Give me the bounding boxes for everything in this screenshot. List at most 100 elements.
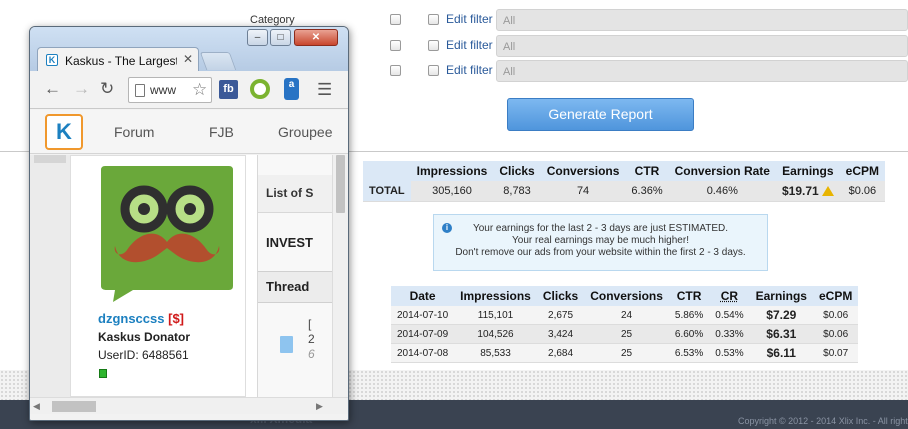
estimate-notice: i Your earnings for the last 2 - 3 days … — [433, 214, 768, 271]
filter-checkbox[interactable] — [390, 14, 401, 25]
copyright-text: Copyright © 2012 - 2014 Xlix Inc. - All … — [738, 416, 908, 426]
left-strip — [30, 155, 70, 397]
avatar[interactable] — [99, 162, 235, 302]
title-bar[interactable]: – □ ✕ K Kaskus - The Largest ✕ — [30, 27, 348, 72]
earnings-value: $19.71 — [781, 184, 819, 198]
browser-toolbar: ← → ↻ www ☆ fb a ☰ — [30, 71, 348, 109]
filter-input[interactable]: All — [496, 60, 908, 82]
filter-checkbox[interactable] — [390, 40, 401, 51]
nav-item-groupee[interactable]: Groupee — [278, 124, 332, 140]
scrollbar-thumb[interactable] — [52, 401, 96, 412]
user-id: UserID: 6488561 — [98, 348, 189, 362]
forward-arrow-icon[interactable]: → — [73, 80, 90, 98]
totals-spacer — [363, 161, 411, 181]
filter-checkbox[interactable] — [390, 65, 401, 76]
username[interactable]: dzgnsccss [$] — [98, 311, 184, 326]
scrollbar-thumb[interactable] — [336, 155, 345, 213]
snippet-line: [ — [308, 317, 312, 331]
totals-row: TOTAL 305,160 8,783 74 6.36% 0.46% $19.7… — [363, 181, 886, 202]
scroll-right-icon[interactable]: ▶ — [316, 401, 323, 412]
table-cell: 25 — [584, 343, 669, 363]
column-header[interactable]: Conversions — [584, 286, 669, 306]
horizontal-scrollbar[interactable]: ◀ ▶ — [30, 397, 348, 414]
page-content: dzgnsccss [$] Kaskus Donator UserID: 648… — [30, 155, 332, 397]
filter-input[interactable]: All — [496, 9, 908, 31]
category-label: Category — [250, 14, 295, 26]
facebook-extension-icon[interactable]: fb — [219, 80, 238, 99]
daily-table: Date Impressions Clicks Conversions CTR … — [391, 286, 859, 363]
filter-input[interactable]: All — [496, 35, 908, 57]
strip-tab — [34, 155, 66, 163]
kaskus-navbar: K Forum FJB Groupee — [30, 110, 348, 154]
column-header[interactable]: CTR — [669, 286, 709, 306]
user-rank: Kaskus Donator — [98, 330, 191, 344]
totals-label: TOTAL — [363, 181, 411, 202]
table-cell: $0.07 — [812, 343, 859, 363]
nav-item-fjb[interactable]: FJB — [209, 124, 234, 140]
table-cell: 2,675 — [536, 306, 585, 325]
table-row: 2014-07-10 115,101 2,675 24 5.86% 0.54% … — [391, 306, 859, 325]
blue-extension-icon[interactable]: a — [284, 78, 299, 100]
warning-icon — [821, 186, 834, 196]
table-cell: 104,526 — [454, 324, 537, 344]
table-cell: 0.53% — [709, 343, 750, 363]
table-cell: $0.06 — [839, 181, 886, 202]
thread-header: Thread — [258, 271, 332, 303]
list-of-tab[interactable]: List of S — [258, 175, 332, 213]
table-cell: 5.86% — [668, 306, 710, 325]
close-button[interactable]: ✕ — [294, 29, 338, 46]
notice-line: Your earnings for the last 2 - 3 days ar… — [472, 223, 729, 234]
menu-icon[interactable]: ☰ — [317, 80, 332, 100]
table-cell: $0.06 — [812, 324, 859, 344]
column-header: Conversions — [546, 164, 620, 178]
table-cell: 74 — [540, 181, 626, 202]
notice-line: Don't remove our ads from your website w… — [455, 247, 746, 258]
column-header: Clicks — [499, 164, 535, 178]
table-row: 2014-07-09 104,526 3,424 25 6.60% 0.33% … — [391, 324, 859, 344]
table-row: 2014-07-08 85,533 2,684 25 6.53% 0.53% $… — [391, 343, 859, 363]
column-header[interactable]: CR — [709, 286, 749, 306]
new-tab-button[interactable] — [199, 52, 237, 70]
document-icon — [280, 336, 293, 353]
filter-checkbox[interactable] — [428, 65, 439, 76]
back-arrow-icon[interactable]: ← — [44, 80, 61, 98]
table-cell: 305,160 — [410, 181, 494, 202]
column-header[interactable]: Impressions — [454, 286, 537, 306]
column-header[interactable]: Earnings — [750, 286, 813, 306]
kaskus-favicon-icon: K — [46, 54, 58, 66]
filter-checkbox[interactable] — [428, 40, 439, 51]
filter-checkbox[interactable] — [428, 14, 439, 25]
reload-icon[interactable]: ↻ — [100, 80, 114, 98]
filter-row: Edit filter All — [388, 60, 908, 82]
table-cell: 6.60% — [668, 324, 710, 344]
column-header: Earnings — [782, 164, 834, 178]
edit-filter-link[interactable]: Edit filter — [446, 63, 493, 77]
table-cell: 8,783 — [493, 181, 541, 202]
edit-filter-link[interactable]: Edit filter — [446, 38, 493, 52]
close-tab-icon[interactable]: ✕ — [183, 52, 193, 66]
earnings-cell: $7.29 — [749, 306, 813, 325]
address-bar[interactable]: www ☆ — [128, 77, 212, 103]
column-header[interactable]: eCPM — [813, 286, 858, 306]
scroll-left-icon[interactable]: ◀ — [33, 401, 40, 412]
bookmark-star-icon[interactable]: ☆ — [192, 80, 207, 100]
nav-item-forum[interactable]: Forum — [114, 124, 154, 140]
column-header[interactable]: Date — [391, 286, 454, 306]
column-header[interactable]: Clicks — [537, 286, 584, 306]
username-text: dzgnsccss — [98, 311, 165, 326]
earnings-cell: $6.31 — [749, 324, 813, 344]
info-icon: i — [442, 223, 452, 233]
edit-filter-link[interactable]: Edit filter — [446, 12, 493, 26]
thread-snippet[interactable]: [ 2 6 — [308, 317, 315, 362]
snippet-line: 6 — [308, 347, 315, 361]
browser-tab[interactable]: K Kaskus - The Largest ✕ — [37, 47, 199, 72]
table-cell: 2014-07-09 — [391, 324, 455, 344]
minimize-button[interactable]: – — [247, 29, 268, 46]
table-cell: 0.46% — [668, 181, 776, 202]
vertical-scrollbar[interactable] — [332, 155, 348, 397]
maximize-button[interactable]: □ — [270, 29, 291, 46]
table-cell: 115,101 — [454, 306, 537, 325]
generate-report-button[interactable]: Generate Report — [507, 98, 694, 131]
kaskus-logo-icon[interactable]: K — [45, 114, 83, 150]
green-ring-extension-icon[interactable] — [250, 79, 270, 99]
